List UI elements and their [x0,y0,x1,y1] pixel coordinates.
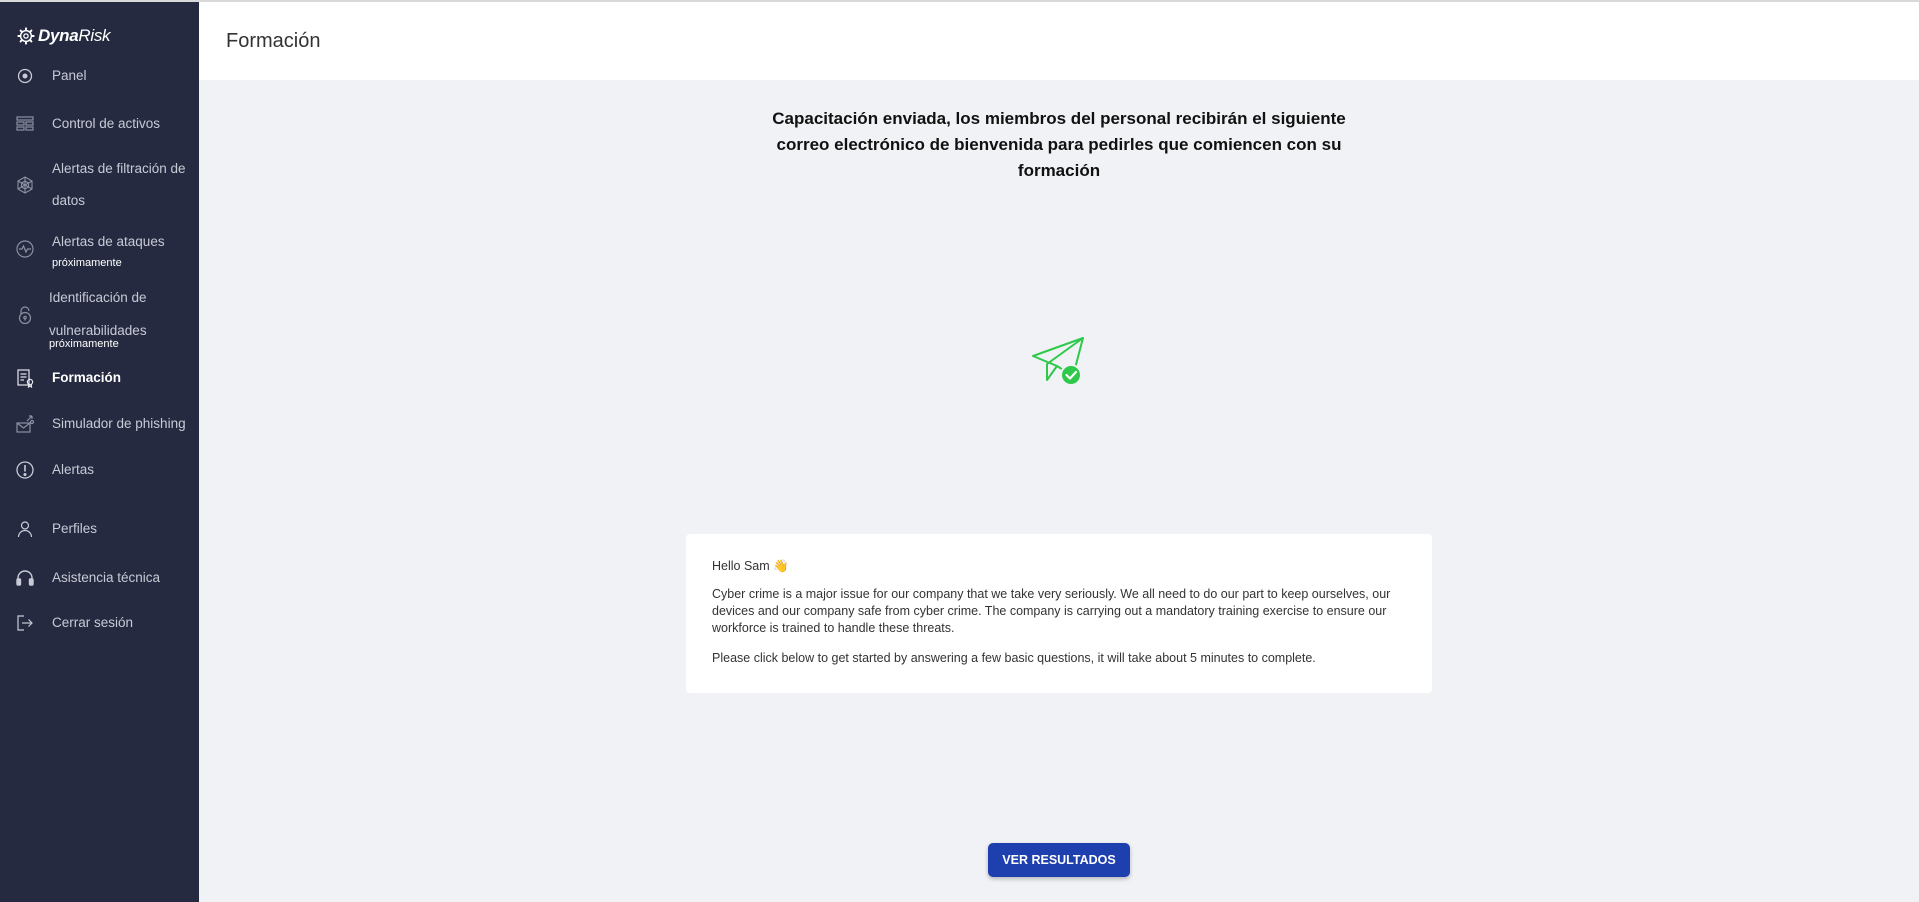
coming-soon-badge: próximamente [49,338,119,350]
sidebar-item-alertas-filtracion[interactable]: Alertas de filtración de datos [0,152,199,218]
pulse-icon [14,238,36,260]
paper-plane-check-icon [1032,337,1084,386]
sidebar-item-label: Perfiles [52,521,98,536]
logout-icon [14,612,36,634]
email-paragraph: Please click below to get started by ans… [712,651,1316,665]
sidebar-item-panel[interactable]: Panel [0,59,199,93]
sidebar-item-label: Control de activos [52,116,161,131]
alert-icon [14,459,36,481]
brand-name: DynaRisk [38,26,111,45]
sidebar-item-vulnerabilidades[interactable]: Identificación de vulnerabilidades próxi… [0,282,199,354]
sidebar-item-label: Panel [52,68,87,83]
sidebar-item-label: Alertas de filtración de [52,161,186,176]
lock-icon [14,304,36,326]
sidebar-item-cerrar-sesion[interactable]: Cerrar sesión [0,606,199,642]
email-preview-card: Hello Sam 👋 Cyber crime is a major issue… [686,534,1432,693]
spider-web-icon [14,174,36,196]
page-header: Formación [199,2,1919,80]
sidebar-item-perfiles[interactable]: Perfiles [0,512,199,548]
certificate-icon [14,367,36,389]
view-results-button[interactable]: VER RESULTADOS [988,843,1130,877]
sidebar-item-simulador-phishing[interactable]: Simulador de phishing [0,406,199,442]
page-title: Formación [226,30,321,52]
sidebar-item-label: Cerrar sesión [52,615,134,630]
gear-logo-icon [17,27,35,45]
sidebar-item-label: Identificación de [49,290,147,305]
sidebar-item-alertas-ataques[interactable]: Alertas de ataques próximamente [0,234,199,274]
sidebar-item-label-line2: datos [52,193,86,208]
headset-icon [14,567,36,589]
sidebar: DynaRisk Panel Control de activos Alerta… [0,2,199,902]
sidebar-item-label: Alertas [52,462,95,477]
email-paragraph: Cyber crime is a major issue for our com… [712,587,1391,635]
sidebar-item-label: Alertas de ataques [52,234,165,249]
sidebar-item-asistencia[interactable]: Asistencia técnica [0,560,199,596]
sidebar-item-alertas[interactable]: Alertas [0,453,199,489]
sidebar-item-label: Asistencia técnica [52,570,161,585]
user-icon [14,518,36,540]
assets-table-icon [14,113,36,135]
phishing-icon [14,413,36,435]
logo[interactable]: DynaRisk [17,25,111,47]
email-greeting: Hello Sam 👋 [712,559,789,573]
coming-soon-badge: próximamente [52,257,122,269]
sidebar-item-control-de-activos[interactable]: Control de activos [0,107,199,141]
radar-icon [14,65,36,87]
sidebar-item-formacion[interactable]: Formación [0,360,199,396]
sidebar-item-label: Simulador de phishing [52,416,186,431]
confirmation-headline: Capacitación enviada, los miembros del p… [772,109,1346,180]
sidebar-item-label: Formación [52,370,122,385]
